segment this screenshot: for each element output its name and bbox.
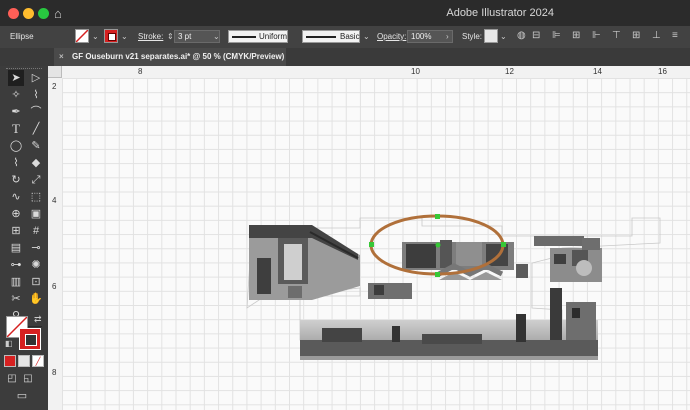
opacity-chevron-icon[interactable]: › [446,30,449,44]
document-tab[interactable]: × GF Ouseburn v21 separates.ai* @ 50 % (… [54,48,286,66]
more-options-icon[interactable]: ≡ [672,29,678,43]
brush-select[interactable]: Basic [302,30,360,43]
stroke-inner-icon [108,33,116,41]
v-ruler-label: 4 [52,196,57,205]
mesh-tool-icon[interactable]: # [28,223,44,239]
control-bar: Ellipse ⌄ ⌄ Stroke: ⇕ 3 pt ⌄ Uniform Bas… [0,26,690,48]
draw-mode-icon[interactable]: ◰ [4,371,20,387]
hand-tool-icon[interactable]: ✋ [28,291,44,307]
ellipse-tool-icon[interactable]: ◯ [8,138,24,154]
anchor-point[interactable] [435,214,440,219]
fill-dropdown-chevron-icon[interactable]: ⌄ [92,30,99,44]
anchor-point[interactable] [501,242,506,247]
stroke-profile-select[interactable]: Uniform [228,30,288,43]
none-mode-icon[interactable]: ╱ [32,355,44,367]
symbol-sprayer-tool-icon[interactable]: ✺ [28,257,44,273]
stroke-label[interactable]: Stroke: [138,30,163,44]
artboard-canvas[interactable] [62,78,690,410]
paintbrush-tool-icon[interactable]: ✎ [28,138,44,154]
swap-fill-stroke-icon[interactable]: ⇄ [34,314,42,325]
graphic-style-swatch[interactable] [484,29,498,43]
bottom-skyline-photo [300,288,598,360]
perspective-grid-tool-icon[interactable]: ⊞ [8,223,24,239]
h-ruler-label: 14 [593,67,602,76]
gradient-mode-icon[interactable] [18,355,30,367]
stroke-proxy-inner-icon [25,334,37,346]
warp-tool-icon[interactable]: ∿ [8,189,24,205]
fill-swatch[interactable] [75,29,89,43]
align-middle-icon[interactable]: ⊞ [632,29,640,43]
stroke-dropdown-chevron-icon[interactable]: ⌄ [121,30,128,44]
screen-mode-icon[interactable]: ▭ [14,388,30,404]
rotate-tool-icon[interactable]: ↻ [8,172,24,188]
magic-wand-tool-icon[interactable]: ✧ [8,87,24,103]
align-left-icon[interactable]: ⊫ [552,29,561,43]
center-point [435,242,441,248]
brush-chevron-icon[interactable]: ⌄ [363,30,370,44]
column-graph-tool-icon[interactable]: ▥ [8,274,24,290]
line-segment-tool-icon[interactable]: ╱ [28,121,44,137]
small-photo-a-detail [374,285,384,295]
gradient-tool-icon[interactable]: ▤ [8,240,24,256]
curvature-tool-icon[interactable]: ⌒ [28,104,44,120]
small-photo-b [516,264,528,278]
artboard-tool-icon[interactable]: ⊡ [28,274,44,290]
eraser-tool-icon[interactable]: ◆ [28,155,44,171]
stroke-profile-label: Uniform [259,32,288,41]
align-right-icon[interactable]: ⊩ [592,29,601,43]
opacity-label[interactable]: Opacity: [377,30,406,44]
align-to-icon[interactable]: ⊟ [532,29,540,43]
tools-panel: ➤ ▷ ✧ ⌇ ✒ ⌒ T ╱ ◯ ✎ ⌇ ◆ ↻ ⤢ ∿ ⬚ ⊕ ▣ ⊞ # … [0,66,48,410]
live-paint-tool-icon[interactable]: ▣ [28,206,44,222]
color-mode-icon[interactable] [4,355,16,367]
slice-tool-icon[interactable]: ✂ [8,291,24,307]
recolor-artwork-icon[interactable]: ◍ [517,29,526,43]
shape-builder-tool-icon[interactable]: ⊕ [8,206,24,222]
style-chevron-icon[interactable]: ⌄ [500,30,507,44]
pen-tool-icon[interactable]: ✒ [8,104,24,120]
document-tab-title: GF Ouseburn v21 separates.ai* @ 50 % (CM… [72,52,285,61]
selection-type-label: Ellipse [10,32,34,41]
free-transform-tool-icon[interactable]: ⬚ [28,189,44,205]
bridge-photo [249,225,360,300]
v-ruler-label: 8 [52,368,57,377]
align-bottom-icon[interactable]: ⊥ [652,29,661,43]
h-ruler-label: 10 [411,67,420,76]
blend-tool-icon[interactable]: ⊶ [8,257,24,273]
app-title: Adobe Illustrator 2024 [446,7,554,19]
v-ruler-label: 6 [52,282,57,291]
anchor-point[interactable] [369,242,374,247]
scale-tool-icon[interactable]: ⤢ [28,172,44,188]
strip-photo [534,236,584,246]
h-ruler-label: 16 [658,67,667,76]
stroke-stepper-icon[interactable]: ⇕ [167,30,174,44]
artwork [246,214,661,360]
brush-line-icon [306,36,336,38]
title-bar: ⌂ Adobe Illustrator 2024 [0,0,690,26]
align-center-icon[interactable]: ⊞ [572,29,580,43]
default-fill-stroke-icon[interactable]: ◧ [5,339,13,348]
v-ruler-label: 2 [52,82,57,91]
draw-behind-icon[interactable]: ◱ [20,371,36,387]
stroke-swatch[interactable] [104,29,118,43]
stroke-weight-chevron-icon[interactable]: ⌄ [213,30,220,44]
ruler-origin-corner[interactable] [48,66,62,78]
stroke-proxy[interactable] [19,328,41,350]
stroke-profile-line-icon [232,36,256,38]
none-fill-icon [76,30,88,42]
h-ruler-label: 8 [138,67,143,76]
selection-tool-icon[interactable]: ➤ [8,70,24,86]
brush-label: Basic [340,32,360,41]
eyedropper-tool-icon[interactable]: ⊸ [28,240,44,256]
anchor-point[interactable] [435,272,440,277]
lasso-tool-icon[interactable]: ⌇ [28,87,44,103]
vertical-ruler[interactable]: 2 4 6 8 [48,66,63,410]
style-label: Style: [462,32,483,41]
type-tool-icon[interactable]: T [8,121,24,137]
direct-selection-tool-icon[interactable]: ▷ [28,70,44,86]
shaper-tool-icon[interactable]: ⌇ [8,155,24,171]
align-top-icon[interactable]: ⊤ [612,29,621,43]
close-tab-icon[interactable]: × [59,48,64,66]
h-ruler-label: 12 [505,67,514,76]
